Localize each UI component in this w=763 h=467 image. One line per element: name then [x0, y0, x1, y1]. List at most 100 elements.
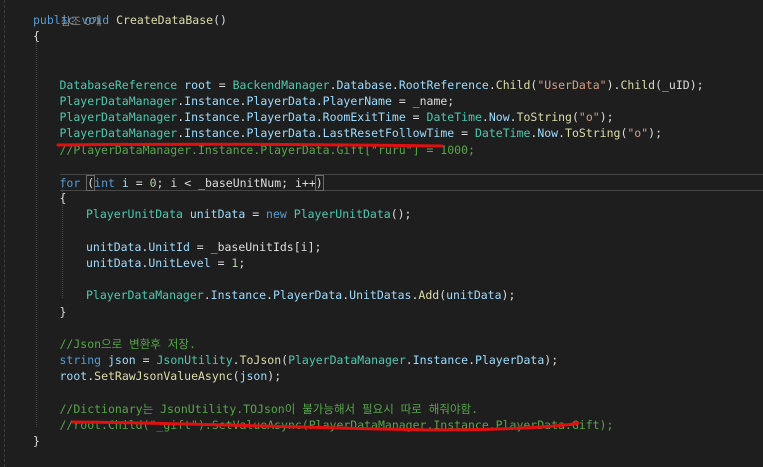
code-token-plain: . — [315, 94, 323, 108]
code-token-plain: ); — [599, 110, 614, 125]
code-line[interactable]: public void CreateDataBase() — [33, 12, 763, 28]
code-token-type: PlayerDataManager — [59, 94, 178, 108]
code-token-fn: Child — [495, 77, 531, 92]
code-token-plain: = — [128, 176, 150, 190]
code-token-var: PlayerName — [322, 94, 392, 108]
code-token-var: UnitDatas — [349, 288, 412, 303]
code-line[interactable]: //Json으로 변환후 저장. — [60, 336, 763, 352]
code-token-plain: . — [468, 353, 476, 368]
code-line[interactable] — [33, 158, 763, 174]
code-token-type: DateTime — [475, 126, 531, 141]
code-token-var: UnitLevel — [148, 256, 211, 270]
code-line[interactable]: { — [60, 190, 763, 206]
code-line[interactable]: PlayerDataManager.Instance.PlayerData.Un… — [86, 287, 763, 303]
code-line[interactable] — [33, 320, 763, 336]
code-token-var: Database — [336, 77, 392, 92]
code-line[interactable]: PlayerUnitData unitData = new PlayerUnit… — [86, 206, 763, 222]
code-line[interactable]: unitData.UnitId = _baseUnitIds[i]; — [86, 239, 763, 255]
code-line[interactable]: //PlayerDataManager.Instance.PlayerData.… — [60, 142, 763, 158]
code-token-var: unitData — [189, 207, 246, 222]
code-token-plain: } — [59, 304, 67, 319]
code-token-kw: for — [59, 176, 81, 190]
code-token-cmt: //Dictionary는 JsonUtility.TOJson이 불가능해서 … — [59, 401, 479, 416]
code-line[interactable]: //Dictionary는 JsonUtility.TOJson이 불가능해서 … — [60, 401, 763, 417]
code-token-fn: ToString — [516, 110, 572, 125]
code-token-var: i — [121, 176, 129, 190]
code-line[interactable] — [33, 385, 763, 401]
code-token-var: PlayerData — [272, 288, 343, 303]
code-token-plain: . — [405, 353, 413, 368]
code-token-fn: ToJson — [239, 353, 282, 368]
code-token-var: Instance — [184, 110, 240, 125]
code-line[interactable]: PlayerDataManager.Instance.PlayerData.Pl… — [60, 93, 763, 109]
code-token-type: BackendManager — [232, 77, 330, 92]
code-line[interactable] — [33, 271, 763, 287]
code-line[interactable]: unitData.UnitLevel = 1; — [86, 255, 763, 271]
code-token-kw: int — [94, 176, 115, 190]
code-token-type: DatabaseReference — [59, 77, 178, 92]
code-token-var: UnitId — [148, 239, 190, 254]
code-token-plain: ); — [267, 369, 282, 384]
code-token-var: unitData — [86, 256, 142, 270]
code-token-plain: . — [315, 126, 323, 141]
code-token-kw: string — [59, 353, 102, 368]
code-token-plain: (); — [390, 207, 412, 222]
code-token-plain: ). — [606, 77, 621, 92]
code-line[interactable]: DatabaseReference root = BackendManager.… — [60, 77, 763, 93]
code-token-var: Now — [537, 126, 559, 141]
code-line-current[interactable]: for (int i = 0; i < _baseUnitNum; i++) — [59, 174, 763, 191]
code-token-kw: new — [266, 207, 287, 222]
code-token-kw: void — [81, 13, 110, 27]
code-token-plain: . — [509, 110, 517, 125]
code-line[interactable]: { — [33, 28, 763, 44]
code-token-plain: = _name; — [391, 94, 455, 108]
code-line[interactable]: //root.Child("_gift").SetValueAsync(Play… — [60, 417, 763, 433]
code-line[interactable]: PlayerDataManager.Instance.PlayerData.La… — [60, 125, 763, 141]
code-line[interactable]: } — [60, 304, 763, 320]
code-token-type: PlayerUnitData — [86, 207, 183, 222]
code-line[interactable] — [33, 223, 763, 239]
code-token-num: 0 — [149, 176, 157, 190]
code-token-type: PlayerDataManager — [86, 288, 204, 303]
code-token-var: LastResetFollowTime — [322, 126, 455, 141]
code-token-var: Instance — [412, 353, 469, 368]
code-line[interactable]: PlayerDataManager.Instance.PlayerData.Ro… — [60, 109, 763, 125]
code-token-plain: { — [33, 29, 40, 44]
code-line[interactable]: string json = JsonUtility.ToJson(PlayerD… — [60, 352, 763, 368]
code-token-var: Instance — [210, 288, 267, 303]
code-token-plain: ); — [648, 126, 663, 141]
code-token-var: PlayerData — [246, 110, 316, 125]
code-line[interactable] — [33, 61, 763, 77]
code-token-var: PlayerData — [246, 94, 316, 108]
code-token-var: Instance — [184, 126, 240, 141]
code-token-cmt: //PlayerDataManager.Instance.PlayerData.… — [59, 142, 475, 157]
code-token-plain: . — [488, 77, 496, 92]
code-token-plain: . — [481, 110, 489, 125]
code-token-plain: ; i < _baseUnitNum; i++ — [156, 176, 316, 190]
code-token-var: PlayerData — [246, 126, 316, 141]
code-token-var: json — [239, 369, 268, 384]
code-token-plain: (_uID); — [655, 77, 704, 92]
code-editor[interactable]: 참조 0개 public void CreateDataBase(){Datab… — [0, 0, 763, 467]
code-token-str: "o" — [578, 110, 600, 125]
code-token-fn: Add — [418, 288, 440, 303]
code-token-var: json — [107, 353, 136, 368]
code-token-var: RootReference — [398, 77, 489, 92]
code-token-cmt: //Json으로 변환후 저장. — [59, 337, 196, 351]
code-token-plain: ); — [544, 353, 559, 368]
code-token-plain: ); — [501, 288, 516, 303]
code-token-fn: Child — [620, 77, 656, 92]
code-line[interactable] — [33, 44, 763, 60]
code-token-str: "o" — [627, 126, 649, 141]
code-token-type: PlayerDataManager — [288, 353, 406, 368]
code-line[interactable]: } — [33, 433, 763, 449]
code-line[interactable]: root.SetRawJsonValueAsync(json); — [60, 368, 763, 384]
code-token-plain: = — [405, 110, 427, 125]
code-token-var: RoomExitTime — [322, 110, 406, 125]
code-token-fn: CreateDataBase — [116, 13, 214, 27]
code-token-str: "UserData" — [537, 77, 607, 92]
code-token-type: DateTime — [426, 110, 482, 125]
